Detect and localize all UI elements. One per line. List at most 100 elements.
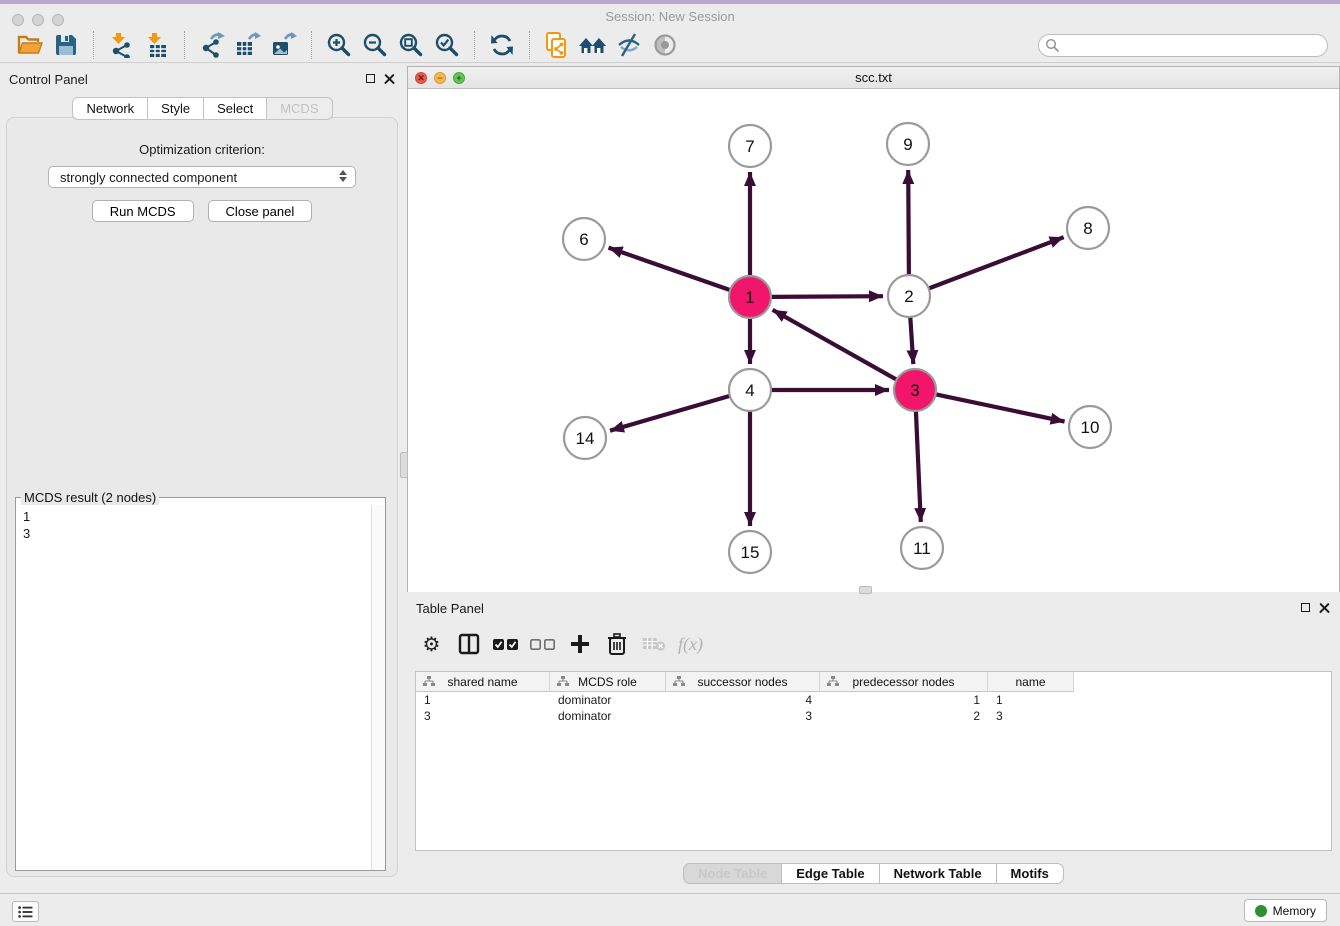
graph-node-9[interactable]: 9: [887, 123, 929, 165]
graph-node-1[interactable]: 1: [729, 276, 771, 318]
table-cell[interactable]: 1: [988, 692, 1074, 708]
close-table-panel-icon[interactable]: [1319, 602, 1330, 613]
tab-node-table[interactable]: Node Table: [683, 863, 782, 884]
import-network-icon[interactable]: [106, 31, 136, 59]
tab-network-table[interactable]: Network Table: [880, 863, 997, 884]
graph-node-10[interactable]: 10: [1069, 406, 1111, 448]
table-panel-title: Table Panel: [416, 601, 484, 616]
column-tree-icon: [827, 676, 839, 690]
graph-edge-4-14[interactable]: [610, 396, 730, 431]
graph-node-15[interactable]: 15: [729, 531, 771, 573]
open-folder-icon[interactable]: [15, 31, 45, 59]
memory-status-icon: [1255, 905, 1267, 917]
column-header-predecessor-nodes[interactable]: predecessor nodes: [820, 672, 988, 692]
export-image-icon[interactable]: [269, 31, 299, 59]
close-window-icon[interactable]: [12, 14, 24, 26]
column-header-shared-name[interactable]: shared name: [416, 672, 550, 692]
svg-text:1: 1: [745, 288, 754, 307]
tab-motifs[interactable]: Motifs: [997, 863, 1064, 884]
vertical-splitter-handle[interactable]: [400, 452, 408, 478]
table-cell[interactable]: 3: [988, 708, 1074, 724]
settings-gear-icon[interactable]: ⚙: [413, 628, 450, 660]
table-cell[interactable]: 1: [820, 692, 988, 708]
table-row[interactable]: 3dominator323: [416, 708, 1331, 724]
float-panel-icon[interactable]: [366, 74, 375, 83]
graph-node-3[interactable]: 3: [894, 369, 936, 411]
result-scrollbar[interactable]: [371, 505, 385, 870]
show-all-icon[interactable]: [650, 31, 680, 59]
mcds-result-text[interactable]: 1 3: [16, 505, 370, 870]
table-cell[interactable]: 1: [416, 692, 550, 708]
zoom-in-icon[interactable]: [324, 31, 354, 59]
memory-button[interactable]: Memory: [1244, 899, 1327, 922]
network-canvas[interactable]: 7 9 6 8 1 2 4 3 14 10 15 11: [408, 89, 1339, 592]
tab-mcds[interactable]: MCDS: [267, 97, 332, 120]
export-network-icon[interactable]: [197, 31, 227, 59]
tab-network[interactable]: Network: [72, 97, 148, 120]
network-maximize-icon[interactable]: +: [453, 72, 465, 84]
table-cell[interactable]: 3: [666, 708, 820, 724]
graph-edge-2-8[interactable]: [929, 237, 1064, 288]
zoom-out-icon[interactable]: [360, 31, 390, 59]
column-header-MCDS-role[interactable]: MCDS role: [550, 672, 666, 692]
app-title: Session: New Session: [605, 9, 734, 24]
run-mcds-button[interactable]: Run MCDS: [92, 200, 194, 222]
criterion-dropdown[interactable]: strongly connected component: [48, 166, 356, 188]
maximize-window-icon[interactable]: [52, 14, 64, 26]
first-neighbors-icon[interactable]: [578, 31, 608, 59]
network-window-titlebar[interactable]: ✕ − + scc.txt: [408, 67, 1339, 89]
network-minimize-icon[interactable]: −: [434, 72, 446, 84]
control-panel-header: Control Panel: [0, 66, 405, 92]
delete-column-icon[interactable]: [598, 628, 635, 660]
network-view-window: ✕ − + scc.txt 7 9 6 8 1 2 4 3 14 10 15 11: [407, 66, 1340, 592]
show-column-icon[interactable]: [450, 628, 487, 660]
zoom-selected-icon[interactable]: [432, 31, 462, 59]
table-cell[interactable]: 2: [820, 708, 988, 724]
save-session-icon[interactable]: [51, 31, 81, 59]
graph-node-14[interactable]: 14: [564, 417, 606, 459]
table-row[interactable]: 1dominator411: [416, 692, 1331, 708]
graph-node-8[interactable]: 8: [1067, 207, 1109, 249]
add-column-icon[interactable]: [561, 628, 598, 660]
column-header-successor-nodes[interactable]: successor nodes: [666, 672, 820, 692]
new-network-from-selection-icon[interactable]: [542, 31, 572, 59]
horizontal-splitter-handle[interactable]: [859, 586, 872, 594]
table-cell[interactable]: 3: [416, 708, 550, 724]
select-all-columns-icon[interactable]: [487, 628, 524, 660]
unselect-all-columns-icon[interactable]: [524, 628, 561, 660]
table-cell[interactable]: dominator: [550, 708, 666, 724]
minimize-window-icon[interactable]: [32, 14, 44, 26]
graph-edge-1-6[interactable]: [609, 248, 731, 291]
zoom-fit-icon[interactable]: [396, 31, 426, 59]
tab-select[interactable]: Select: [204, 97, 267, 120]
search-input[interactable]: [1038, 34, 1328, 57]
import-table-icon[interactable]: [142, 31, 172, 59]
graph-node-4[interactable]: 4: [729, 369, 771, 411]
graph-edge-2-3[interactable]: [910, 317, 913, 364]
export-table-icon[interactable]: [233, 31, 263, 59]
network-graph[interactable]: 7 9 6 8 1 2 4 3 14 10 15 11: [408, 89, 1339, 592]
close-panel-icon[interactable]: [384, 73, 395, 84]
graph-edge-3-11[interactable]: [916, 411, 921, 522]
hide-selected-icon[interactable]: [614, 31, 644, 59]
graph-node-6[interactable]: 6: [563, 218, 605, 260]
network-close-icon[interactable]: ✕: [415, 72, 427, 84]
graph-node-2[interactable]: 2: [888, 275, 930, 317]
apply-layout-icon[interactable]: [487, 31, 517, 59]
graph-edge-2-9[interactable]: [908, 170, 909, 275]
table-cell[interactable]: 4: [666, 692, 820, 708]
task-history-button[interactable]: [12, 901, 39, 922]
tab-edge-table[interactable]: Edge Table: [782, 863, 879, 884]
graph-edge-1-2[interactable]: [771, 296, 883, 297]
table-cell[interactable]: dominator: [550, 692, 666, 708]
close-panel-button[interactable]: Close panel: [208, 200, 313, 222]
graph-edge-3-1[interactable]: [773, 310, 897, 380]
svg-text:8: 8: [1083, 219, 1092, 238]
graph-node-7[interactable]: 7: [729, 125, 771, 167]
tab-style[interactable]: Style: [148, 97, 204, 120]
column-header-name[interactable]: name: [988, 672, 1074, 692]
graph-node-11[interactable]: 11: [901, 527, 943, 569]
graph-edge-3-10[interactable]: [936, 394, 1065, 421]
node-table-body: 1dominator4113dominator323: [416, 692, 1331, 724]
float-table-panel-icon[interactable]: [1301, 603, 1310, 612]
